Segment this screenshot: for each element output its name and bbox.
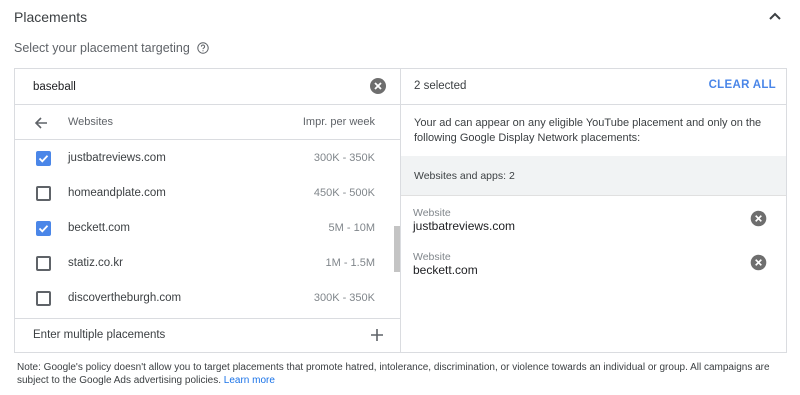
selection-description: Your ad can appear on any eligible YouTu… (414, 117, 762, 144)
checkbox[interactable] (36, 186, 51, 201)
enter-multiple-row[interactable]: Enter multiple placements (15, 318, 400, 352)
search-row (15, 69, 400, 105)
search-input[interactable] (33, 78, 363, 96)
clear-all-button[interactable]: CLEAR ALL (709, 79, 776, 91)
check-icon (38, 225, 49, 233)
selected-item-name: beckett.com (413, 263, 478, 277)
selected-item: Website justbatreviews.com (401, 207, 786, 249)
list-item-impressions: 300K - 350K (313, 152, 375, 164)
list-item[interactable]: beckett.com 5M - 10M (15, 211, 400, 246)
list-item[interactable]: homeandplate.com 450K - 500K (15, 176, 400, 211)
list-header: Websites Impr. per week (15, 105, 400, 140)
checkbox[interactable] (36, 256, 51, 271)
chevron-up-icon[interactable] (769, 11, 781, 21)
remove-icon[interactable] (750, 210, 767, 227)
list-item[interactable]: discovertheburgh.com 300K - 350K (15, 281, 400, 316)
policy-note-text: Note: Google's policy doesn't allow you … (17, 362, 770, 386)
targeting-label-row: Select your placement targeting (14, 41, 209, 55)
help-icon[interactable] (197, 42, 209, 54)
group-label: Websites and apps: 2 (414, 170, 515, 182)
list-scrollbar[interactable] (394, 226, 400, 272)
selected-count: 2 selected (414, 80, 467, 92)
policy-note: Note: Google's policy doesn't allow you … (17, 362, 787, 387)
column-header-impressions: Impr. per week (302, 116, 375, 128)
list-item[interactable]: justbatreviews.com 300K - 350K (15, 141, 400, 176)
selected-item-name: justbatreviews.com (413, 219, 516, 233)
list-item-name: discovertheburgh.com (68, 292, 182, 304)
selected-item-type: Website (413, 251, 451, 263)
enter-multiple-label: Enter multiple placements (33, 329, 166, 341)
browse-panel: Websites Impr. per week justbatreviews.c… (15, 69, 401, 352)
list-item-name: beckett.com (68, 222, 130, 234)
list-item-name: homeandplate.com (68, 187, 166, 199)
selected-header: 2 selected CLEAR ALL (401, 69, 786, 105)
list-item-name: statiz.co.kr (68, 257, 123, 269)
checkbox-checked[interactable] (36, 221, 51, 236)
list-item-impressions: 450K - 500K (313, 187, 375, 199)
column-header-websites: Websites (68, 116, 114, 128)
placements-panel: Websites Impr. per week justbatreviews.c… (14, 68, 787, 353)
add-icon[interactable] (370, 328, 384, 342)
list-item-name: justbatreviews.com (68, 152, 166, 164)
section-title: Placements (14, 9, 88, 25)
group-header: Websites and apps: 2 (401, 156, 786, 196)
list-item-impressions: 1M - 1.5M (325, 257, 375, 269)
list-item-impressions: 300K - 350K (313, 292, 375, 304)
remove-icon[interactable] (750, 254, 767, 271)
website-list: justbatreviews.com 300K - 350K homeandpl… (15, 141, 400, 317)
check-icon (38, 155, 49, 163)
targeting-label: Select your placement targeting (14, 41, 190, 55)
selected-panel: 2 selected CLEAR ALL Your ad can appear … (401, 69, 786, 352)
selected-item-type: Website (413, 207, 451, 219)
learn-more-link[interactable]: Learn more (224, 375, 275, 386)
checkbox[interactable] (36, 291, 51, 306)
checkbox-checked[interactable] (36, 151, 51, 166)
selected-item: Website beckett.com (401, 251, 786, 293)
back-arrow-icon[interactable] (33, 115, 49, 131)
list-item[interactable]: statiz.co.kr 1M - 1.5M (15, 246, 400, 281)
clear-search-icon[interactable] (369, 77, 387, 95)
list-item-impressions: 5M - 10M (328, 222, 375, 234)
